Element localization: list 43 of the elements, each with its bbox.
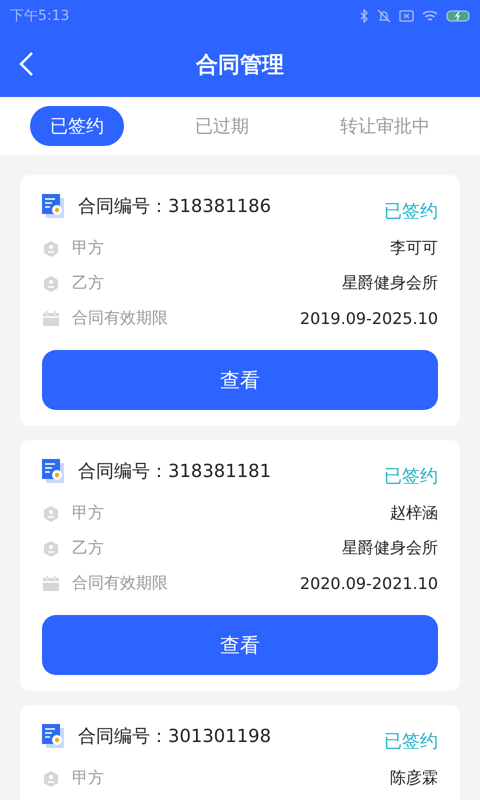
view-button[interactable]: 查看 bbox=[42, 615, 438, 675]
field-value: 2020.09-2021.10 bbox=[300, 574, 438, 593]
field-label: 乙方 bbox=[72, 273, 105, 294]
field-label: 合同有效期限 bbox=[72, 573, 169, 594]
person-badge-icon bbox=[42, 240, 60, 258]
wifi-icon bbox=[422, 11, 438, 21]
contract-number: 合同编号：301301198 bbox=[78, 725, 272, 748]
field-label: 合同有效期限 bbox=[72, 308, 169, 329]
tab[interactable]: 已签约 bbox=[30, 106, 124, 146]
person-badge-icon bbox=[42, 540, 60, 558]
view-button[interactable]: 查看 bbox=[42, 350, 438, 410]
contract-status: 已签约 bbox=[384, 200, 438, 223]
document-icon bbox=[42, 459, 64, 483]
bell-off-icon bbox=[377, 9, 391, 23]
status-time: 下午5:13 bbox=[10, 7, 70, 25]
sim-off-icon bbox=[399, 10, 414, 22]
person-badge-icon bbox=[42, 770, 60, 788]
document-icon bbox=[42, 724, 64, 748]
tab[interactable]: 已过期 bbox=[175, 106, 269, 146]
field-value: 星爵健身会所 bbox=[342, 538, 438, 559]
field-label: 甲方 bbox=[72, 238, 105, 259]
calendar-icon bbox=[42, 310, 60, 328]
tab[interactable]: 转让审批中 bbox=[320, 106, 450, 146]
field-value: 赵梓涵 bbox=[390, 503, 438, 524]
page-title: 合同管理 bbox=[196, 52, 284, 80]
contract-status: 已签约 bbox=[384, 465, 438, 488]
field-value: 2019.09-2025.10 bbox=[300, 309, 438, 328]
person-badge-icon bbox=[42, 274, 60, 292]
contract-status: 已签约 bbox=[384, 730, 438, 753]
battery-icon bbox=[446, 10, 470, 22]
field-value: 陈彦霖 bbox=[390, 768, 438, 789]
contract-number: 合同编号：318381186 bbox=[78, 195, 272, 218]
contract-number: 合同编号：318381181 bbox=[78, 460, 272, 483]
field-label: 甲方 bbox=[72, 503, 105, 524]
field-label: 甲方 bbox=[72, 768, 105, 789]
back-button[interactable] bbox=[18, 51, 34, 77]
bluetooth-icon bbox=[359, 9, 369, 23]
field-value: 星爵健身会所 bbox=[342, 273, 438, 294]
calendar-icon bbox=[42, 574, 60, 592]
document-icon bbox=[42, 194, 64, 218]
field-label: 乙方 bbox=[72, 538, 105, 559]
person-badge-icon bbox=[42, 504, 60, 522]
field-value: 李可可 bbox=[390, 238, 438, 259]
